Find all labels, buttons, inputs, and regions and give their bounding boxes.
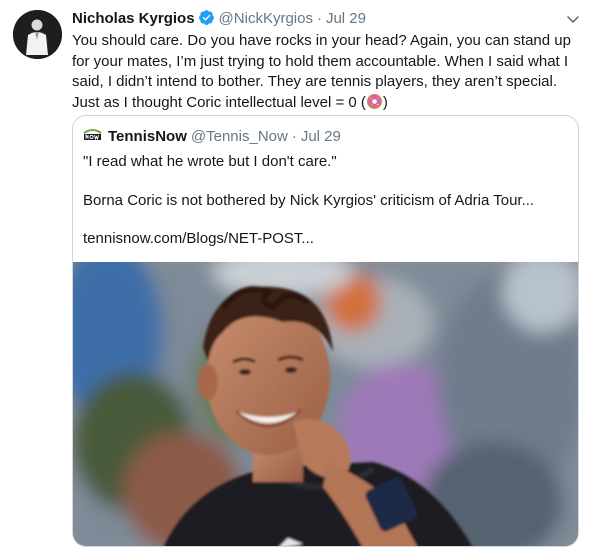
more-options-button[interactable]: [564, 10, 582, 28]
tweet-text-line: You should care. Do you have rocks in yo…: [72, 32, 571, 49]
tennis-player-photo: [73, 242, 578, 546]
tweet-text-line: Just as I thought Coric intellectual lev…: [72, 93, 366, 111]
quoted-author-handle: @Tennis_Now: [190, 128, 288, 145]
tweet-date[interactable]: Jul 29: [326, 10, 366, 27]
quoted-text-line: Borna Coric is not bothered by Nick Kyrg…: [83, 192, 535, 209]
quoted-tweet-header: TennisNow @Tennis_Now · Jul 29: [83, 126, 341, 146]
quoted-tweet-card[interactable]: TennisNow @Tennis_Now · Jul 29 "I read what…: [72, 115, 579, 547]
tweet-text-line: said, I didn’t intend to bother. They ar…: [72, 73, 558, 90]
quoted-date: Jul 29: [300, 128, 341, 145]
tweet-text-line-end: ): [382, 93, 388, 111]
quoted-media-image[interactable]: [73, 242, 578, 546]
doughnut-emoji-icon: [366, 93, 383, 110]
tweet-text-line: for your mates, I’m just trying to hold …: [72, 52, 569, 70]
tweet-header: Nicholas Kyrgios @NickKyrgios · Jul 29: [72, 9, 366, 29]
avatar-image: [13, 10, 62, 59]
tennisnow-logo-icon: [83, 126, 102, 145]
verified-badge-icon: [198, 9, 215, 32]
tweet-text: You should care. Do you have rocks in yo…: [72, 31, 584, 113]
author-name[interactable]: Nicholas Kyrgios: [72, 10, 195, 27]
header-separator: ·: [316, 10, 322, 27]
author-avatar[interactable]: [13, 10, 62, 59]
quoted-text-line: "I read what he wrote but I don't care.": [83, 153, 337, 170]
quoted-link-text: tennisnow.com/Blogs/NET-POST...: [83, 230, 314, 247]
quoted-separator: ·: [291, 128, 297, 145]
author-handle[interactable]: @NickKyrgios: [219, 10, 313, 27]
quoted-author-name: TennisNow: [108, 128, 187, 145]
chevron-down-icon: [567, 16, 579, 23]
